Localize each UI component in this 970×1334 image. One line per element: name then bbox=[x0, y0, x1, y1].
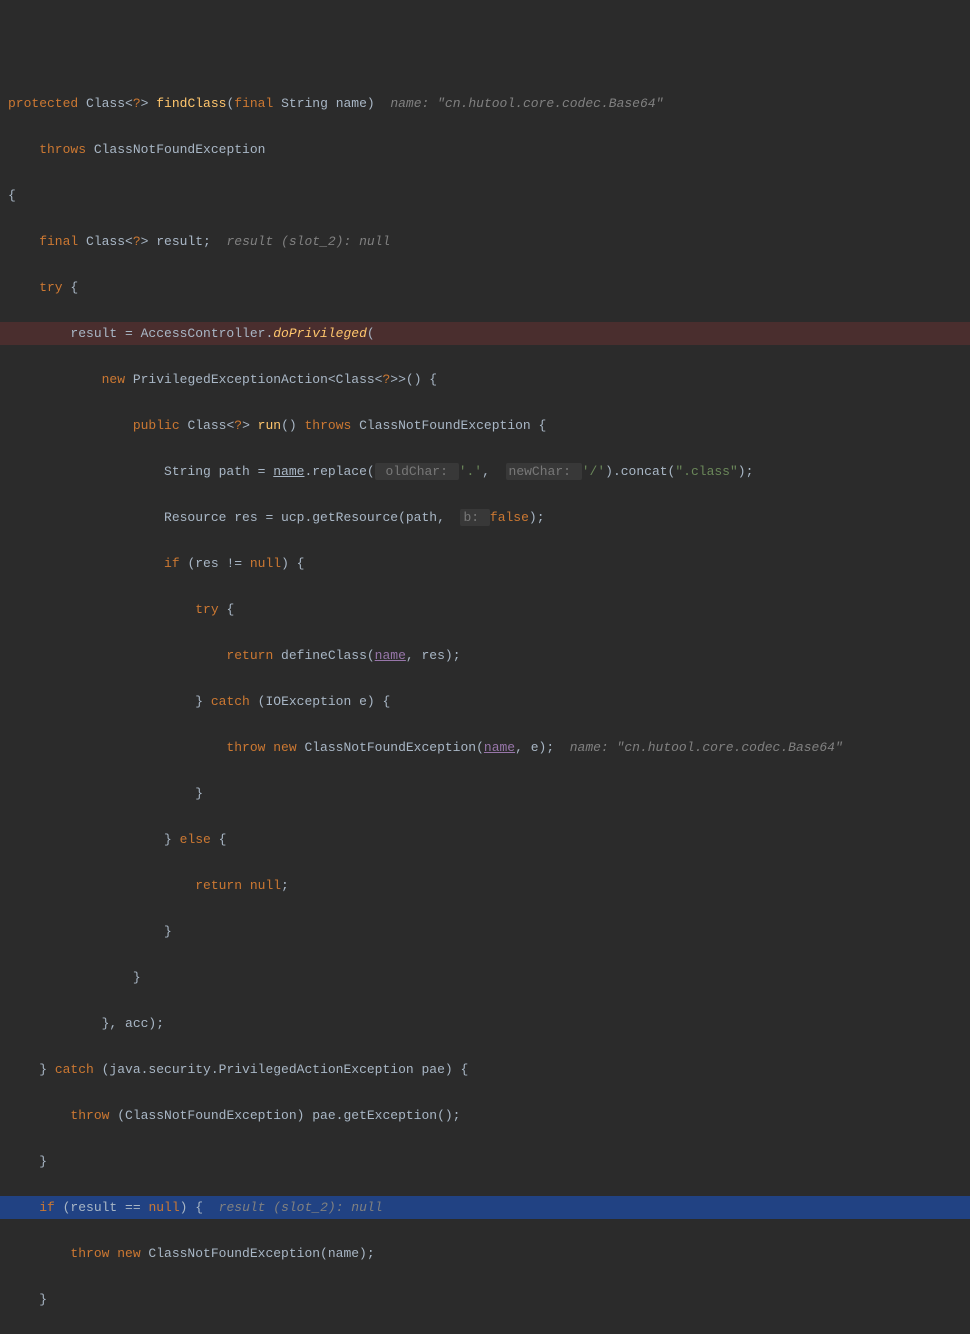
code-line-19[interactable]: } bbox=[0, 920, 970, 943]
code-line-2[interactable]: throws ClassNotFoundException bbox=[0, 138, 970, 161]
code-line-9[interactable]: String path = name.replace( oldChar: '.'… bbox=[0, 460, 970, 483]
param-hint: oldChar: bbox=[375, 463, 459, 480]
param-hint: newChar: bbox=[506, 463, 582, 480]
code-line-1[interactable]: protected Class<?> findClass(final Strin… bbox=[0, 92, 970, 115]
code-line-16[interactable]: } bbox=[0, 782, 970, 805]
code-line-18[interactable]: return null; bbox=[0, 874, 970, 897]
code-line-23[interactable]: throw (ClassNotFoundException) pae.getEx… bbox=[0, 1104, 970, 1127]
code-line-20[interactable]: } bbox=[0, 966, 970, 989]
code-line-10[interactable]: Resource res = ucp.getResource(path, b: … bbox=[0, 506, 970, 529]
code-line-25-current[interactable]: if (result == null) { result (slot_2): n… bbox=[0, 1196, 970, 1219]
code-line-13[interactable]: return defineClass(name, res); bbox=[0, 644, 970, 667]
code-line-4[interactable]: final Class<?> result; result (slot_2): … bbox=[0, 230, 970, 253]
code-line-3[interactable]: { bbox=[0, 184, 970, 207]
param-hint: b: bbox=[460, 509, 489, 526]
debug-hint: name: "cn.hutool.core.codec.Base64" bbox=[570, 740, 843, 755]
code-line-24[interactable]: } bbox=[0, 1150, 970, 1173]
code-line-17[interactable]: } else { bbox=[0, 828, 970, 851]
code-line-6-breakpoint[interactable]: result = AccessController.doPrivileged( bbox=[0, 322, 970, 345]
debug-hint: result (slot_2): null bbox=[226, 234, 390, 249]
code-line-21[interactable]: }, acc); bbox=[0, 1012, 970, 1035]
debug-hint: result (slot_2): null bbox=[219, 1200, 383, 1215]
debug-hint: name: "cn.hutool.core.codec.Base64" bbox=[390, 96, 663, 111]
code-line-12[interactable]: try { bbox=[0, 598, 970, 621]
code-line-15[interactable]: throw new ClassNotFoundException(name, e… bbox=[0, 736, 970, 759]
code-line-27[interactable]: } bbox=[0, 1288, 970, 1311]
code-line-11[interactable]: if (res != null) { bbox=[0, 552, 970, 575]
code-line-8[interactable]: public Class<?> run() throws ClassNotFou… bbox=[0, 414, 970, 437]
code-line-7[interactable]: new PrivilegedExceptionAction<Class<?>>(… bbox=[0, 368, 970, 391]
code-line-14[interactable]: } catch (IOException e) { bbox=[0, 690, 970, 713]
code-line-22[interactable]: } catch (java.security.PrivilegedActionE… bbox=[0, 1058, 970, 1081]
code-line-26[interactable]: throw new ClassNotFoundException(name); bbox=[0, 1242, 970, 1265]
code-line-5[interactable]: try { bbox=[0, 276, 970, 299]
